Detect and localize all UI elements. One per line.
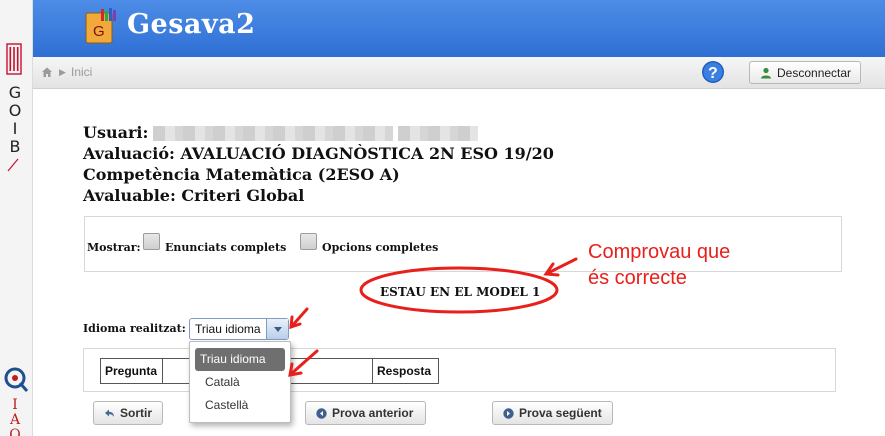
goib-letter: G	[8, 83, 22, 102]
goib-side-strip: G O I B I A Q	[0, 0, 33, 436]
column-header-pregunta: Pregunta	[100, 358, 163, 384]
app-header: G Gesava2	[33, 0, 885, 57]
circle-arrow-right-icon	[503, 407, 514, 419]
breadcrumb-separator-icon: ▶	[59, 67, 66, 77]
dropdown-option-triau[interactable]: Triau idioma	[195, 348, 285, 371]
iaq-wordmark: I A Q	[7, 398, 23, 436]
circle-arrow-left-icon	[316, 407, 327, 419]
app-title: Gesava2	[127, 9, 256, 40]
idioma-select[interactable]: Triau idioma	[189, 318, 289, 340]
dropdown-option-catala[interactable]: Català	[195, 371, 285, 394]
iaq-letter: A	[9, 412, 21, 428]
prova-anterior-button[interactable]: Prova anterior	[305, 401, 426, 425]
iaq-letter: Q	[9, 427, 21, 436]
help-icon[interactable]: ?	[701, 60, 725, 84]
usuari-label: Usuari:	[83, 123, 149, 142]
disconnect-button[interactable]: Desconnectar	[749, 61, 861, 84]
annotation-line: Comprovau que	[588, 241, 731, 263]
annotation-line: és correcte	[588, 267, 687, 289]
usuari-redacted-name	[398, 126, 479, 141]
top-navbar: ▶ Inici ? Desconnectar	[33, 57, 885, 89]
svg-text:?: ?	[708, 65, 718, 82]
avaluable-text: Avaluable: Criteri Global	[83, 186, 305, 205]
back-arrow-icon	[105, 409, 114, 417]
iaq-letter: I	[12, 397, 18, 413]
prova-seguent-button[interactable]: Prova següent	[492, 401, 613, 425]
competencia-text: Competència Matemàtica (2ESO A)	[83, 165, 400, 184]
annotation-arrow-icon	[289, 307, 309, 330]
disconnect-label: Desconnectar	[777, 65, 852, 80]
usuari-row: Usuari:	[83, 122, 554, 143]
home-icon[interactable]	[41, 66, 53, 78]
prova-seguent-label: Prova següent	[519, 406, 602, 420]
enunciats-label: Enunciats complets	[165, 241, 287, 254]
chevron-down-icon[interactable]	[266, 319, 288, 339]
dropdown-option-castella[interactable]: Castellà	[195, 394, 285, 417]
goib-letter: I	[12, 119, 18, 138]
gesava-app-icon: G	[85, 8, 116, 44]
column-header-resposta: Resposta	[372, 358, 439, 384]
breadcrumb-home-link[interactable]: Inici	[71, 65, 92, 79]
goib-slash-icon	[7, 158, 19, 172]
goib-logo-icon	[6, 43, 22, 75]
app-icon-letter: G	[93, 23, 105, 40]
prova-anterior-label: Prova anterior	[332, 406, 414, 420]
iaq-logo-icon	[4, 367, 29, 392]
idioma-label: Idioma realitzat:	[83, 322, 186, 335]
evaluation-info: Usuari: Avaluació: AVALUACIÓ DIAGNÒSTICA…	[83, 122, 554, 206]
idioma-dropdown: Triau idioma Català Castellà	[189, 341, 291, 423]
app-window: G O I B I A Q G Gesava2 ▶ Inici ? Descon…	[0, 0, 885, 436]
user-icon	[761, 67, 771, 78]
sortir-label: Sortir	[120, 406, 153, 420]
goib-wordmark: G O I B	[7, 84, 23, 156]
mostrar-label: Mostrar:	[87, 241, 141, 254]
annotation-note: Comprovau que és correcte	[588, 239, 730, 291]
idioma-selected-value: Triau idioma	[195, 322, 261, 336]
enunciats-checkbox[interactable]	[143, 233, 160, 250]
avaluacio-text: Avaluació: AVALUACIÓ DIAGNÒSTICA 2N ESO …	[83, 144, 554, 163]
opcions-checkbox[interactable]	[300, 233, 317, 250]
model-indicator: ESTAU EN EL MODEL 1	[380, 285, 541, 299]
sortir-button[interactable]: Sortir	[93, 401, 163, 425]
goib-letter: O	[8, 101, 22, 120]
usuari-redacted-name	[153, 126, 394, 141]
goib-letter: B	[9, 137, 21, 156]
opcions-label: Opcions completes	[322, 241, 439, 254]
